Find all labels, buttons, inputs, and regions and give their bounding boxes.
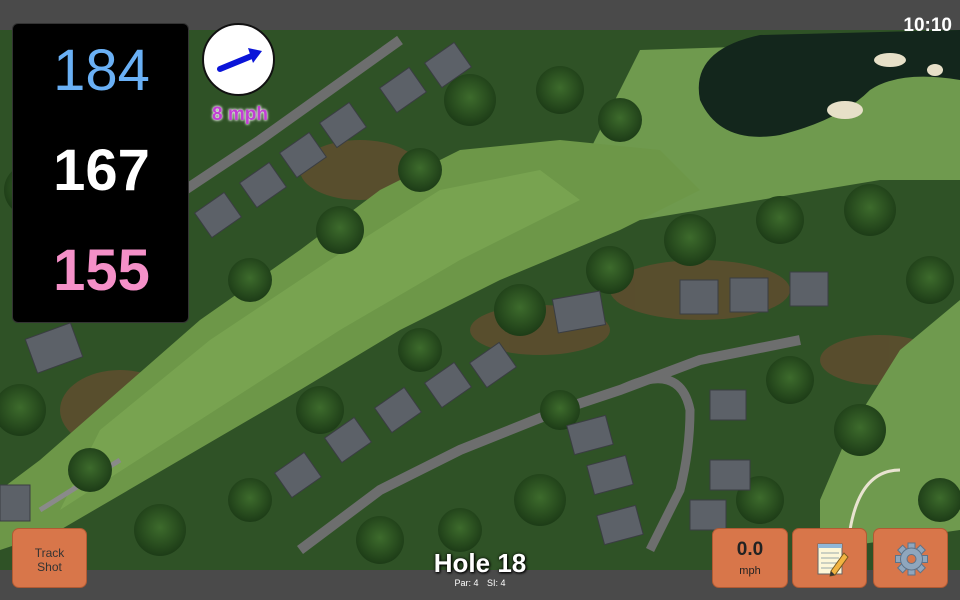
distance-panel[interactable]: 184 167 155 [12,23,189,323]
wind-arrow-icon [217,48,262,72]
front-distance: 155 [53,238,150,303]
hole-meta: Par: 4 SI: 4 [380,578,580,588]
wind-speed-label: 8 mph [212,104,268,125]
stroke-index-label: SI: 4 [487,578,506,588]
middle-distance: 167 [53,138,150,203]
track-shot-label-line1: Track [34,546,65,560]
hole-title: Hole 18 [433,548,527,578]
track-shot-label-line2: Shot [37,560,62,574]
wind-direction-indicator[interactable] [202,23,275,96]
wind-speed-button[interactable]: 0.0 mph [712,528,788,588]
notes-button[interactable] [792,528,867,588]
clock: 10:10 [903,15,952,36]
gear-icon [895,542,928,576]
back-distance: 184 [53,38,150,103]
settings-button[interactable] [873,528,948,588]
wind-speed-value: 0.0 [736,539,764,560]
golf-gps-screen: 10:10 184 167 155 8 mph Hole 18 Par: 4 S… [0,0,960,600]
track-shot-button[interactable]: Track Shot [12,528,87,588]
notepad-icon [817,543,849,577]
par-label: Par: 4 [454,578,479,588]
wind-speed-unit: mph [739,565,761,577]
